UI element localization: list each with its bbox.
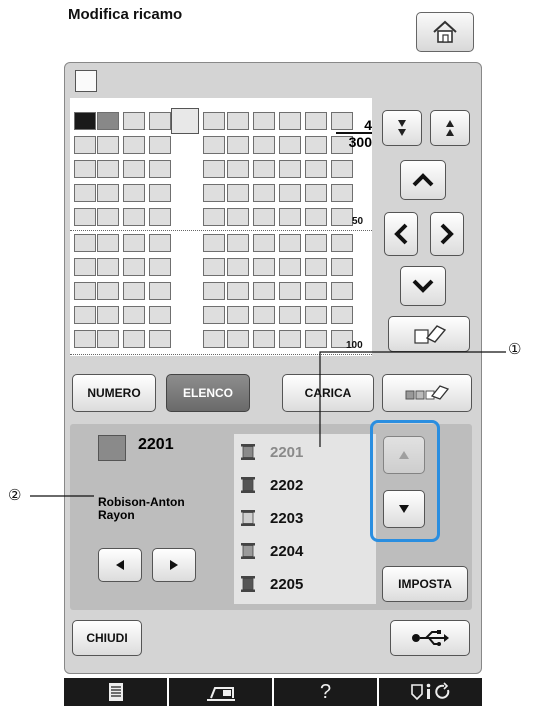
callout-1: ① xyxy=(508,341,522,358)
callout-2: ② xyxy=(8,487,22,504)
callout-lines xyxy=(30,351,506,497)
